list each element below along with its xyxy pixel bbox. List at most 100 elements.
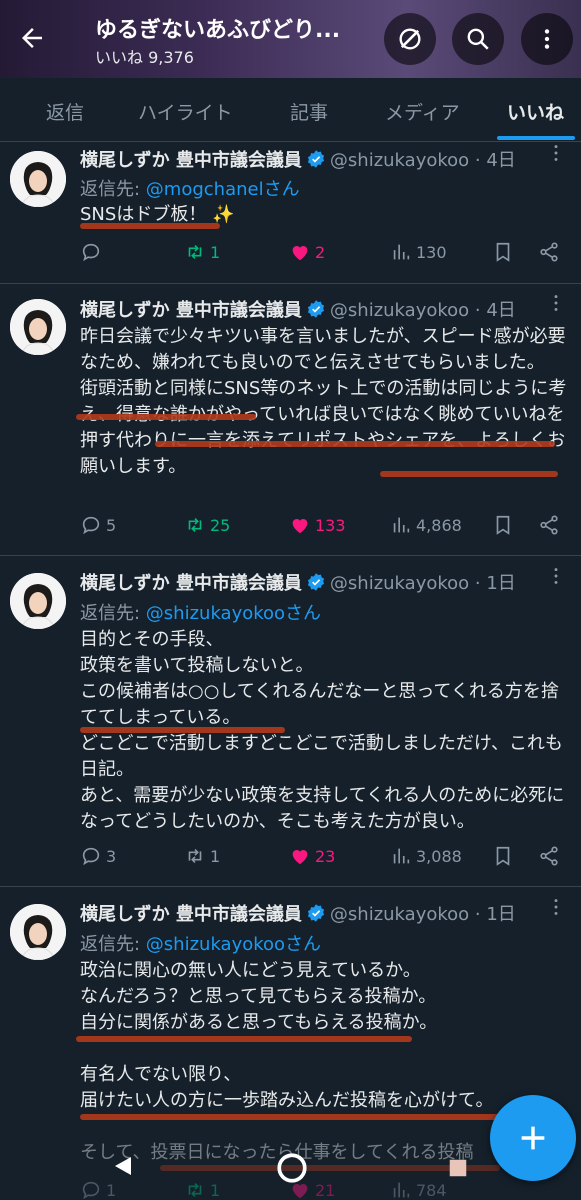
red-underline [80, 223, 220, 229]
reply-mention-link[interactable]: @mogchanelさん [146, 179, 300, 200]
heart-filled-icon [292, 519, 308, 534]
tab-articles[interactable]: 記事 [290, 98, 328, 125]
tweet-header: 横尾しずか 豊中市議会議員 @shizukayokoo · 1日 [80, 568, 571, 595]
retweet-button[interactable]: 1 [184, 845, 220, 867]
search-icon [467, 28, 489, 50]
tweet-actions: 3 1 23 3,088 [80, 845, 571, 875]
arrow-left-icon [22, 28, 42, 48]
share-icon [540, 846, 558, 866]
share-icon [540, 515, 558, 535]
author-name[interactable]: 横尾しずか 豊中市議会議員 [80, 150, 302, 171]
tab-likes[interactable]: いいね [507, 98, 564, 125]
profile-header: ゆるぎないあふびどり... いいね 9,376 [0, 0, 581, 78]
views-button[interactable]: 3,088 [390, 845, 462, 867]
retweet-icon [188, 848, 202, 864]
tweet-header: 横尾しずか 豊中市議会議員 @shizukayokoo · 1日 [80, 899, 571, 926]
nav-recents-button[interactable] [440, 1150, 476, 1186]
reply-button[interactable] [80, 241, 106, 263]
author-name[interactable]: 横尾しずか 豊中市議会議員 [80, 904, 302, 925]
back-button[interactable] [8, 14, 56, 62]
circle-home-icon [277, 1153, 307, 1183]
heart-filled-icon [292, 850, 308, 865]
share-button[interactable] [538, 845, 560, 867]
like-button[interactable]: 23 [289, 845, 335, 867]
more-horizontal-icon[interactable] [545, 292, 567, 314]
retweet-button[interactable]: 1 [184, 241, 220, 263]
reply-to: 返信先: @shizukayokooさん [80, 934, 322, 955]
bar-chart-icon [393, 848, 410, 864]
tab-replies[interactable]: 返信 [46, 98, 84, 125]
more-horizontal-icon[interactable] [545, 142, 567, 164]
share-icon [540, 242, 558, 262]
share-button[interactable] [538, 514, 560, 536]
avatar[interactable] [10, 299, 66, 355]
grok-button[interactable] [384, 13, 436, 65]
author-name[interactable]: 横尾しずか 豊中市議会議員 [80, 573, 302, 594]
share-button[interactable] [538, 241, 560, 263]
verified-badge-icon [307, 573, 324, 591]
more-horizontal-icon[interactable] [545, 565, 567, 587]
red-underline [80, 727, 285, 733]
triangle-back-icon [115, 1157, 131, 1175]
author-handle[interactable]: @shizukayokoo · 4日 [330, 300, 516, 321]
reply-button[interactable]: 3 [80, 845, 116, 867]
square-recents-icon [449, 1159, 467, 1177]
page-title: ゆるぎないあふびどり... [95, 18, 341, 43]
retweet-icon [188, 244, 202, 260]
red-underline [80, 1114, 510, 1120]
bar-chart-icon [393, 244, 410, 260]
author-name[interactable]: 横尾しずか 豊中市議会議員 [80, 300, 302, 321]
reply-icon [82, 516, 100, 535]
compose-button[interactable] [490, 1095, 576, 1181]
reply-button[interactable]: 5 [80, 514, 116, 536]
more-button[interactable] [521, 13, 573, 65]
bookmark-icon [496, 242, 510, 262]
author-handle[interactable]: @shizukayokoo · 1日 [330, 904, 516, 925]
heart-filled-icon [292, 246, 308, 261]
avatar[interactable] [10, 151, 66, 207]
more-vertical-icon [544, 29, 550, 49]
author-handle[interactable]: @shizukayokoo · 4日 [330, 150, 516, 171]
verified-badge-icon [307, 904, 324, 922]
like-button[interactable]: 133 [289, 514, 346, 536]
red-underline [380, 471, 558, 477]
tweet-text: 昨日会議で少々キツい事を言いましたが、スピード感が必要なため、嫌われても良いので… [80, 326, 567, 477]
views-button[interactable]: 4,868 [390, 514, 462, 536]
reply-icon [82, 847, 100, 866]
tweet-header: 横尾しずか 豊中市議会議員 @shizukayokoo · 4日 [80, 145, 571, 172]
tweet-card[interactable]: 横尾しずか 豊中市議会議員 @shizukayokoo · 4日 返信先: @mo… [0, 143, 581, 284]
retweet-icon [188, 517, 202, 533]
more-horizontal-icon[interactable] [545, 896, 567, 918]
tab-highlights[interactable]: ハイライト [138, 98, 233, 125]
red-underline [76, 414, 256, 420]
verified-badge-icon [307, 150, 324, 168]
tweet-card[interactable]: 横尾しずか 豊中市議会議員 @shizukayokoo · 1日 返信先: @sh… [0, 557, 581, 887]
verified-badge-icon [307, 300, 324, 318]
tweet-header: 横尾しずか 豊中市議会議員 @shizukayokoo · 4日 [80, 295, 571, 322]
bookmark-icon [496, 846, 510, 866]
bookmark-button[interactable] [492, 845, 514, 867]
nav-back-button[interactable] [105, 1148, 141, 1184]
tab-media[interactable]: メディア [385, 98, 460, 125]
retweet-button[interactable]: 25 [184, 514, 230, 536]
profile-tabs: 返信 ハイライト 記事 メディア いいね [0, 78, 581, 142]
active-tab-indicator [497, 136, 575, 140]
tweet-actions: 1 2 130 [80, 241, 571, 271]
author-handle[interactable]: @shizukayokoo · 1日 [330, 573, 516, 594]
avatar[interactable] [10, 573, 66, 629]
like-button[interactable]: 2 [289, 241, 325, 263]
search-button[interactable] [452, 13, 504, 65]
grok-icon [399, 28, 421, 50]
bookmark-button[interactable] [492, 514, 514, 536]
reply-to: 返信先: @shizukayokooさん [80, 603, 322, 624]
avatar[interactable] [10, 904, 66, 960]
bookmark-button[interactable] [492, 241, 514, 263]
tweet-actions: 5 25 133 4,868 [80, 514, 571, 544]
reply-mention-link[interactable]: @shizukayokooさん [146, 934, 321, 955]
bookmark-icon [496, 515, 510, 535]
views-button[interactable]: 130 [390, 241, 447, 263]
reply-mention-link[interactable]: @shizukayokooさん [146, 603, 321, 624]
tweet-card[interactable]: 横尾しずか 豊中市議会議員 @shizukayokoo · 4日 昨日会議で少々キ… [0, 284, 581, 556]
reply-icon [82, 243, 100, 262]
nav-home-button[interactable] [272, 1148, 312, 1188]
